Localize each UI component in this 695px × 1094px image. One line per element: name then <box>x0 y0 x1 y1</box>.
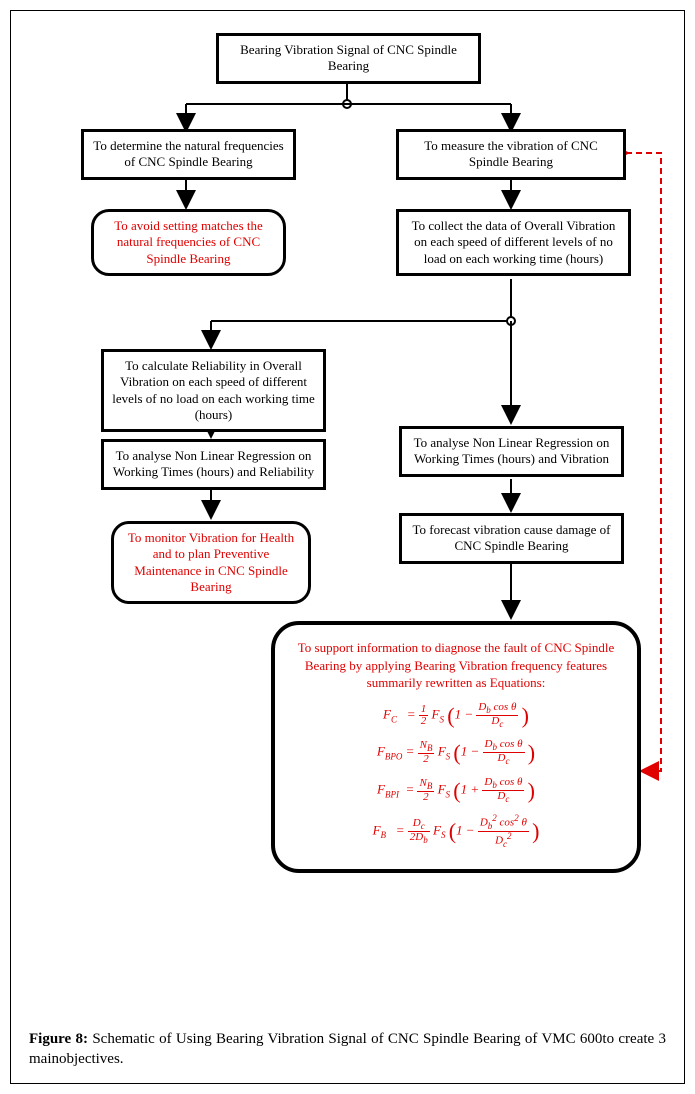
equation-fbpi: FBPI = NB2 FS (1 + Db cos θDc ) <box>291 777 621 805</box>
node-label: To analyse Non Linear Regression on Work… <box>113 448 314 479</box>
caption-text: Schematic of Using Bearing Vibration Sig… <box>29 1031 666 1067</box>
node-regression-vibration: To analyse Non Linear Regression on Work… <box>399 426 624 477</box>
node-label: To determine the natural frequencies of … <box>93 138 283 169</box>
node-label: To collect the data of Overall Vibration… <box>412 218 616 266</box>
node-measure-vibration: To measure the vibration of CNC Spindle … <box>396 129 626 180</box>
node-forecast-damage: To forecast vibration cause damage of CN… <box>399 513 624 564</box>
figure-caption: Figure 8: Schematic of Using Bearing Vib… <box>29 1029 666 1070</box>
node-label: To monitor Vibration for Health and to p… <box>128 530 294 594</box>
node-label: To forecast vibration cause damage of CN… <box>413 522 611 553</box>
node-collect-data: To collect the data of Overall Vibration… <box>396 209 631 276</box>
node-label: Bearing Vibration Signal of CNC Spindle … <box>240 42 457 73</box>
node-label: To support information to diagnose the f… <box>291 639 621 692</box>
equation-fb: FB = Dc2Db FS (1 − Db2 cos2 θDc2 ) <box>291 814 621 849</box>
node-start: Bearing Vibration Signal of CNC Spindle … <box>216 33 481 84</box>
equation-fc: FC = 12 FS (1 − Db cos θDc ) <box>291 702 621 730</box>
page: Bearing Vibration Signal of CNC Spindle … <box>0 0 695 1094</box>
figure-frame: Bearing Vibration Signal of CNC Spindle … <box>10 10 685 1084</box>
equation-fbpo: FBPO = NB2 FS (1 − Db cos θDc ) <box>291 739 621 767</box>
caption-label: Figure 8: <box>29 1031 88 1047</box>
node-regression-reliability: To analyse Non Linear Regression on Work… <box>101 439 326 490</box>
node-label: To calculate Reliability in Overall Vibr… <box>112 358 315 422</box>
node-equations-terminator: To support information to diagnose the f… <box>271 621 641 873</box>
node-calc-reliability: To calculate Reliability in Overall Vibr… <box>101 349 326 432</box>
node-label: To avoid setting matches the natural fre… <box>114 218 263 266</box>
node-avoid-setting: To avoid setting matches the natural fre… <box>91 209 286 276</box>
node-monitor-health: To monitor Vibration for Health and to p… <box>111 521 311 604</box>
node-natural-freq: To determine the natural frequencies of … <box>81 129 296 180</box>
node-label: To measure the vibration of CNC Spindle … <box>424 138 597 169</box>
node-label: To analyse Non Linear Regression on Work… <box>414 435 610 466</box>
